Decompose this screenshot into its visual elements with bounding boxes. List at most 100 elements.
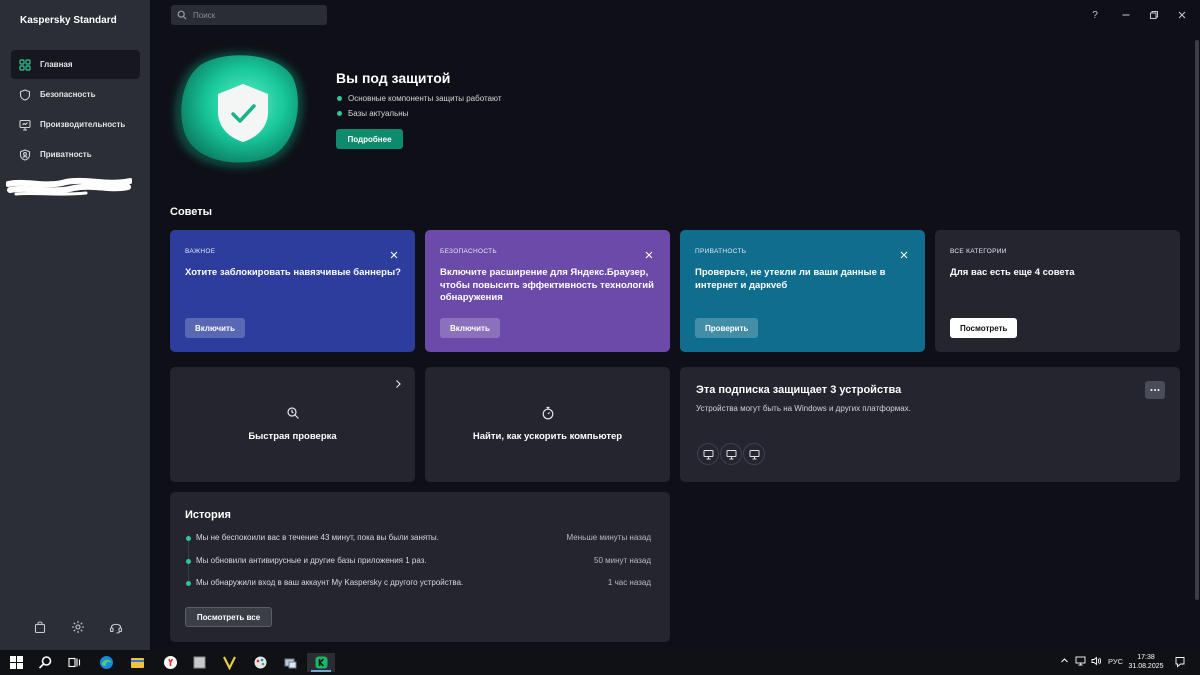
check-leaks-button[interactable]: Проверить xyxy=(695,318,759,338)
windows-taskbar: РУС 17:38 31.08.2025 xyxy=(0,650,1200,675)
device-monitor-icon xyxy=(726,449,736,459)
tray-language[interactable]: РУС xyxy=(1108,657,1123,666)
maximize-button[interactable] xyxy=(1145,6,1163,24)
history-time: Меньше минуты назад xyxy=(566,533,651,542)
dashboard-icon xyxy=(19,58,31,71)
kaspersky-taskbar-button[interactable] xyxy=(307,653,335,672)
more-options-button[interactable] xyxy=(1145,381,1165,399)
speedup-card[interactable]: Найти, как ускорить компьютер xyxy=(425,367,670,482)
search-input[interactable] xyxy=(193,10,323,20)
device-slot[interactable] xyxy=(743,443,765,465)
shopping-bag-icon[interactable] xyxy=(33,620,49,636)
search-box[interactable] xyxy=(171,5,327,25)
quick-scan-card[interactable]: Быстрая проверка xyxy=(170,367,415,482)
maximize-icon xyxy=(1150,11,1158,19)
history-time: 50 минут назад xyxy=(594,556,651,565)
taskbar-search-button[interactable] xyxy=(35,653,55,672)
monitor-icon xyxy=(19,119,31,131)
device-monitor-icon xyxy=(703,449,713,459)
explorer-taskbar-button[interactable] xyxy=(127,653,147,672)
history-title: История xyxy=(185,509,231,521)
tray-chevron-icon[interactable] xyxy=(1060,656,1069,667)
tip-text: Для вас есть еще 4 совета xyxy=(950,267,1075,278)
history-item: Мы не беспокоили вас в течение 43 минут,… xyxy=(185,533,651,545)
tray-network-icon[interactable] xyxy=(1075,656,1086,668)
clock-time: 17:38 xyxy=(1137,654,1155,661)
paint-taskbar-button[interactable] xyxy=(250,653,270,672)
enable-extension-button[interactable]: Включить xyxy=(440,318,500,338)
device-slot[interactable] xyxy=(697,443,719,465)
yandex-icon xyxy=(163,656,177,669)
status-bullet-text: Основные компоненты защиты работают xyxy=(348,94,502,103)
quick-scan-icon xyxy=(286,406,300,420)
sidebar-item-privacy[interactable]: Приватность xyxy=(11,140,140,169)
subscription-card: Эта подписка защищает 3 устройства Устро… xyxy=(680,367,1180,482)
history-text: Мы не беспокоили вас в течение 43 минут,… xyxy=(196,533,439,542)
v-app-taskbar-button[interactable] xyxy=(219,653,239,672)
close-icon xyxy=(390,251,398,259)
close-icon xyxy=(645,251,653,259)
scrollbar-thumb[interactable] xyxy=(1195,40,1199,600)
edge-taskbar-button[interactable] xyxy=(96,653,116,672)
tip-close-button[interactable] xyxy=(389,247,399,259)
ellipsis-icon xyxy=(1150,389,1160,391)
close-icon xyxy=(1178,11,1186,19)
sidebar-item-label: Приватность xyxy=(40,150,92,159)
tip-card-all: ВСЕ КАТЕГОРИИ Для вас есть еще 4 совета … xyxy=(935,230,1180,352)
status-ok-dot xyxy=(337,96,342,101)
status-ok-dot xyxy=(337,111,342,116)
history-text: Мы обнаружили вход в ваш аккаунт My Kasp… xyxy=(196,578,464,587)
close-icon xyxy=(900,251,908,259)
tray-volume-icon[interactable] xyxy=(1091,656,1102,668)
sidebar-item-home[interactable]: Главная xyxy=(11,50,140,79)
status-bullet: Основные компоненты защиты работают xyxy=(337,94,502,103)
history-text: Мы обновили антивирусные и другие базы п… xyxy=(196,556,427,565)
notification-icon[interactable] xyxy=(1174,656,1186,670)
details-button[interactable]: Подробнее xyxy=(336,129,403,149)
tip-card-important: ВАЖНОЕ Хотите заблокировать навязчивые б… xyxy=(170,230,415,352)
start-icon xyxy=(9,656,23,669)
device-slot[interactable] xyxy=(720,443,742,465)
yandex-taskbar-button[interactable] xyxy=(160,653,180,672)
minimize-button[interactable] xyxy=(1117,6,1135,24)
tip-card-privacy: ПРИВАТНОСТЬ Проверьте, не утекли ли ваши… xyxy=(680,230,925,352)
task-view-button[interactable] xyxy=(64,653,84,672)
history-item: Мы обнаружили вход в ваш аккаунт My Kasp… xyxy=(185,578,651,590)
paint-icon xyxy=(254,656,266,669)
history-dot xyxy=(186,581,191,586)
tip-close-button[interactable] xyxy=(644,247,654,259)
headset-icon[interactable] xyxy=(109,620,125,636)
sidebar-item-performance[interactable]: Производительность xyxy=(11,110,140,139)
taskbar-clock[interactable]: 17:38 31.08.2025 xyxy=(1128,653,1164,671)
tip-close-button[interactable] xyxy=(899,247,909,259)
search-icon xyxy=(177,10,187,20)
tip-text: Включите расширение для Яндекс.Браузер, … xyxy=(440,267,654,304)
edge-icon xyxy=(99,656,113,669)
network-app-taskbar-button[interactable] xyxy=(280,653,300,672)
gear-icon[interactable] xyxy=(71,620,87,636)
status-bullet: Базы актуальны xyxy=(337,109,408,118)
kaspersky-icon xyxy=(315,656,327,669)
privacy-icon xyxy=(19,148,31,161)
network-app-icon xyxy=(284,658,296,669)
explorer-icon xyxy=(130,658,144,668)
view-all-history-button[interactable]: Посмотреть все xyxy=(185,607,272,627)
subscription-title: Эта подписка защищает 3 устройства xyxy=(696,384,902,396)
tip-category: ВСЕ КАТЕГОРИИ xyxy=(950,248,1007,255)
help-button[interactable]: ? xyxy=(1086,6,1104,24)
main-scrollbar[interactable] xyxy=(1194,30,1200,650)
app-taskbar-button[interactable] xyxy=(189,653,209,672)
shield-icon xyxy=(19,88,31,101)
close-button[interactable] xyxy=(1173,6,1191,24)
history-time: 1 час назад xyxy=(607,578,651,587)
sidebar: Kaspersky Standard Главная Безопасность … xyxy=(0,0,150,650)
tip-text: Хотите заблокировать навязчивые баннеры? xyxy=(185,267,401,278)
enable-banner-block-button[interactable]: Включить xyxy=(185,318,245,338)
sidebar-item-security[interactable]: Безопасность xyxy=(11,80,140,109)
minimize-icon xyxy=(1122,14,1130,16)
sidebar-item-label: Главная xyxy=(40,60,73,69)
app-icon xyxy=(193,656,205,669)
search-icon xyxy=(38,656,51,669)
start-button[interactable] xyxy=(6,653,26,672)
view-tips-button[interactable]: Посмотреть xyxy=(950,318,1018,338)
